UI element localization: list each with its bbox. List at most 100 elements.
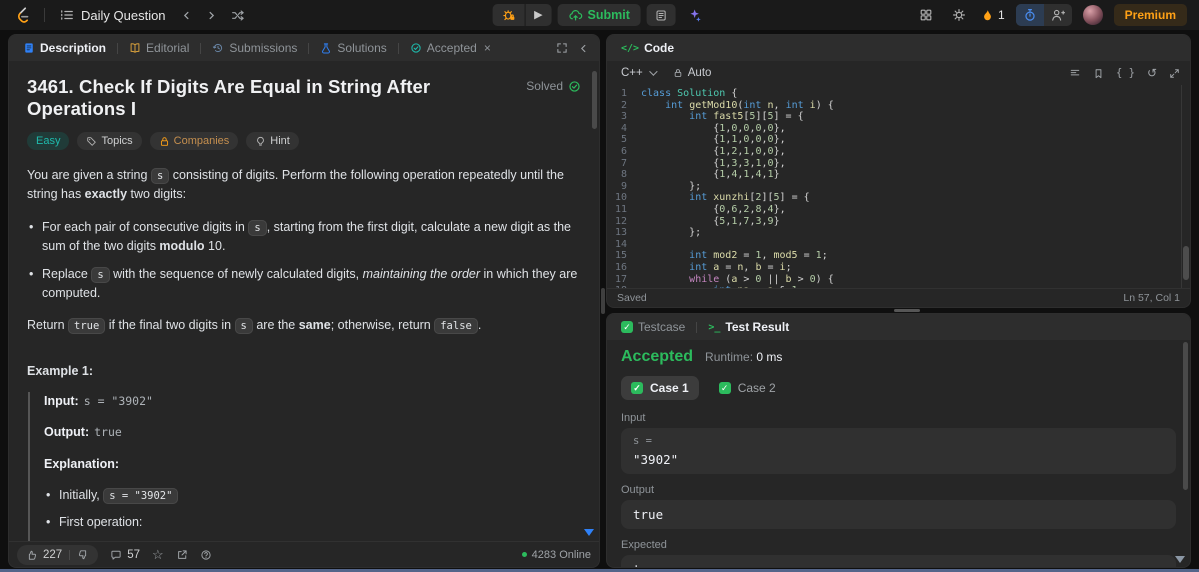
expected-label: Expected: [621, 539, 667, 551]
scroll-down-indicator-icon[interactable]: [584, 529, 594, 536]
tab-label: Accepted: [426, 41, 477, 55]
notes-button[interactable]: [646, 4, 676, 26]
tab-submissions[interactable]: Submissions: [208, 39, 301, 57]
case-1-button[interactable]: ✓ Case 1: [621, 376, 699, 400]
explanation-list: Initially, s = "3902" First operation: (…: [44, 486, 581, 541]
gear-icon: [952, 9, 965, 21]
tab-test-result[interactable]: >_ Test Result: [704, 318, 793, 336]
input-label: Input:: [44, 394, 79, 408]
play-icon: ▶: [534, 8, 543, 21]
auto-indent-toggle[interactable]: Auto: [673, 67, 711, 79]
prev-problem-button[interactable]: [177, 7, 196, 24]
description-footer: 227 57 ☆ 4283 Online: [9, 541, 599, 567]
tab-testcase[interactable]: ✓ Testcase: [617, 318, 689, 336]
tab-accepted[interactable]: Accepted ×: [406, 39, 495, 57]
test-panel-scrollbar[interactable]: [1183, 342, 1188, 490]
companies-button[interactable]: Companies: [149, 132, 239, 150]
avatar[interactable]: [1082, 5, 1103, 25]
rules-list: For each pair of consecutive digits in s…: [27, 218, 581, 304]
close-icon[interactable]: ×: [484, 41, 491, 55]
tab-editorial[interactable]: Editorial: [125, 39, 193, 57]
code-line: 11 {0,6,2,8,4},: [614, 203, 786, 215]
settings-button[interactable]: [948, 5, 970, 25]
editor-scrollbar[interactable]: [1181, 85, 1190, 288]
test-panel-tabs: ✓ Testcase >_ Test Result: [607, 314, 1190, 340]
code-lines: 1 class Solution {2 int getMod10(int n, i…: [607, 88, 1190, 288]
output-box[interactable]: true: [621, 500, 1176, 529]
tab-code[interactable]: </> Code: [617, 39, 678, 57]
editor-scrollbar-thumb[interactable]: [1183, 246, 1189, 280]
code-editor[interactable]: 1 class Solution {2 int getMod10(int n, i…: [607, 85, 1190, 288]
expected-box[interactable]: true: [621, 555, 1176, 567]
difficulty-badge[interactable]: Easy: [27, 132, 70, 150]
code-line: 7 {1,3,3,1,0},: [620, 157, 786, 169]
list-item: Initially, s = "3902": [44, 486, 581, 505]
bookmark-button[interactable]: [1093, 68, 1104, 79]
problem-list-button[interactable]: Daily Question: [55, 5, 171, 26]
debug-button[interactable]: [492, 4, 524, 26]
next-problem-button[interactable]: [202, 7, 221, 24]
dislike-button[interactable]: [77, 549, 89, 561]
input-label: Input: [621, 412, 646, 424]
premium-button[interactable]: Premium: [1113, 4, 1187, 26]
case-check-icon: ✓: [718, 382, 731, 394]
output-value: true: [94, 425, 122, 440]
input-value: "3902": [633, 452, 679, 467]
code-line: 15 int mod2 = 1, mod5 = 1;: [614, 250, 828, 262]
braces-icon: { }: [1115, 67, 1135, 79]
input-box[interactable]: s = "3902": [621, 428, 1176, 474]
shuffle-icon: [231, 9, 244, 21]
horizontal-resize-handle[interactable]: [894, 308, 920, 312]
description-icon: [25, 43, 33, 53]
tab-description[interactable]: Description: [19, 39, 110, 57]
example-heading: Example 1:: [27, 363, 94, 378]
like-button[interactable]: 227: [26, 549, 62, 561]
case-selector: ✓ Case 1 ✓ Case 2: [621, 376, 1176, 400]
list-item: For each pair of consecutive digits in s…: [27, 218, 581, 257]
collapse-panel-button[interactable]: [578, 43, 589, 54]
submit-button[interactable]: Submit: [557, 4, 641, 26]
divider: [397, 42, 399, 54]
cloud-upload-icon: [569, 10, 583, 21]
maximize-editor-button[interactable]: [1169, 68, 1180, 79]
history-icon: [213, 43, 223, 53]
chevron-left-icon: [581, 44, 586, 52]
code-panel: </> Code C++ Auto { } ↺ 1 class Solution…: [606, 34, 1191, 308]
run-button[interactable]: ▶: [525, 4, 551, 26]
saved-status: Saved: [617, 292, 647, 304]
timer-button[interactable]: [1015, 4, 1044, 26]
leetcode-logo[interactable]: [12, 6, 34, 24]
scroll-down-indicator-icon[interactable]: [1175, 556, 1185, 563]
case-2-button[interactable]: ✓ Case 2: [709, 376, 786, 400]
intro-paragraph: You are given a string s consisting of d…: [27, 168, 564, 202]
code-line: 8 {1,4,1,4,1}: [620, 169, 780, 181]
hint-button[interactable]: Hint: [246, 132, 299, 150]
layout-button[interactable]: [915, 5, 937, 25]
share-button[interactable]: [176, 549, 188, 561]
code-line: 16 int a = n, b = i;: [614, 261, 792, 273]
streak-counter[interactable]: 1: [981, 8, 1005, 22]
hint-label: Hint: [270, 135, 290, 147]
runtime-label: Runtime:: [705, 350, 754, 364]
comments-button[interactable]: 57: [110, 549, 140, 561]
invite-button[interactable]: [1044, 4, 1072, 26]
shuffle-button[interactable]: [227, 6, 248, 25]
status-badge: Solved: [526, 79, 581, 93]
star-icon: ☆: [151, 546, 164, 562]
favorite-button[interactable]: ☆: [152, 547, 164, 563]
topics-button[interactable]: Topics: [77, 132, 142, 150]
problem-description[interactable]: 3461. Check If Digits Are Equal in Strin…: [9, 61, 599, 541]
vertical-resize-handle[interactable]: [601, 288, 605, 314]
language-selector[interactable]: C++: [617, 65, 659, 81]
feedback-button[interactable]: [200, 549, 212, 561]
tab-solutions[interactable]: Solutions: [316, 39, 390, 57]
snippets-button[interactable]: { }: [1116, 67, 1135, 79]
reset-code-button[interactable]: ↺: [1147, 66, 1157, 80]
return-paragraph: Return true if the final two digits in s…: [27, 318, 482, 335]
case-label: Case 2: [737, 381, 776, 395]
format-code-button[interactable]: [1069, 67, 1081, 79]
ai-assistant-button[interactable]: [682, 4, 707, 26]
expand-panel-button[interactable]: [556, 42, 568, 54]
description-scrollbar[interactable]: [592, 71, 597, 129]
editor-toolbar: C++ Auto { } ↺: [607, 61, 1190, 85]
